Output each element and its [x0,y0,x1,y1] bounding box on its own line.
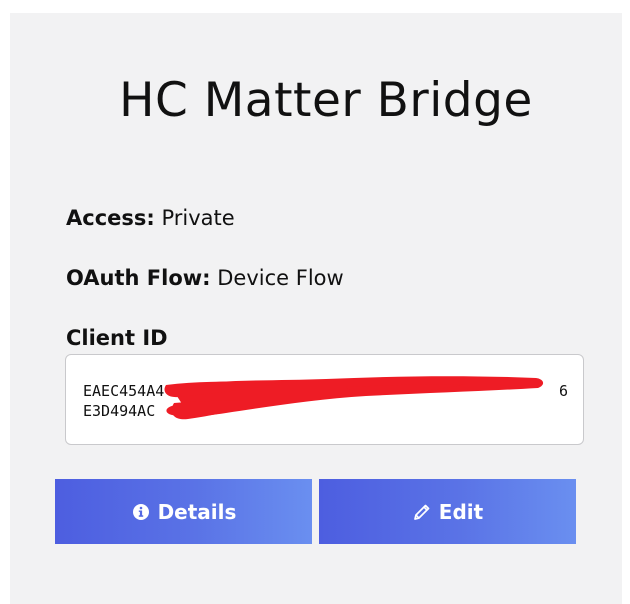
info-circle-icon [132,503,149,520]
client-id-label: Client ID [66,326,168,350]
client-id-line1-start: EAEC454A4 [83,382,165,400]
client-card: HC Matter Bridge Access: Private OAuth F… [10,13,622,604]
oauth-flow-value: Device Flow [217,266,344,290]
pencil-icon [413,504,430,520]
access-value: Private [161,206,235,230]
access-field: Access: Private [66,206,235,230]
edit-button-label: Edit [438,499,484,524]
edit-button[interactable]: Edit [319,479,576,544]
client-id-value[interactable]: EAEC454A4 6 E3D494AC [83,381,568,421]
oauth-flow-label: OAuth Flow: [66,266,211,290]
oauth-flow-field: OAuth Flow: Device Flow [66,266,344,290]
client-id-line2-start: E3D494AC [83,402,156,420]
access-label: Access: [66,206,155,230]
details-button-label: Details [157,499,237,524]
details-button[interactable]: Details [55,479,312,544]
page-title: HC Matter Bridge [119,73,533,128]
client-id-line1-end: 6 [558,382,568,400]
client-id-box[interactable]: EAEC454A4 6 E3D494AC [65,354,584,445]
